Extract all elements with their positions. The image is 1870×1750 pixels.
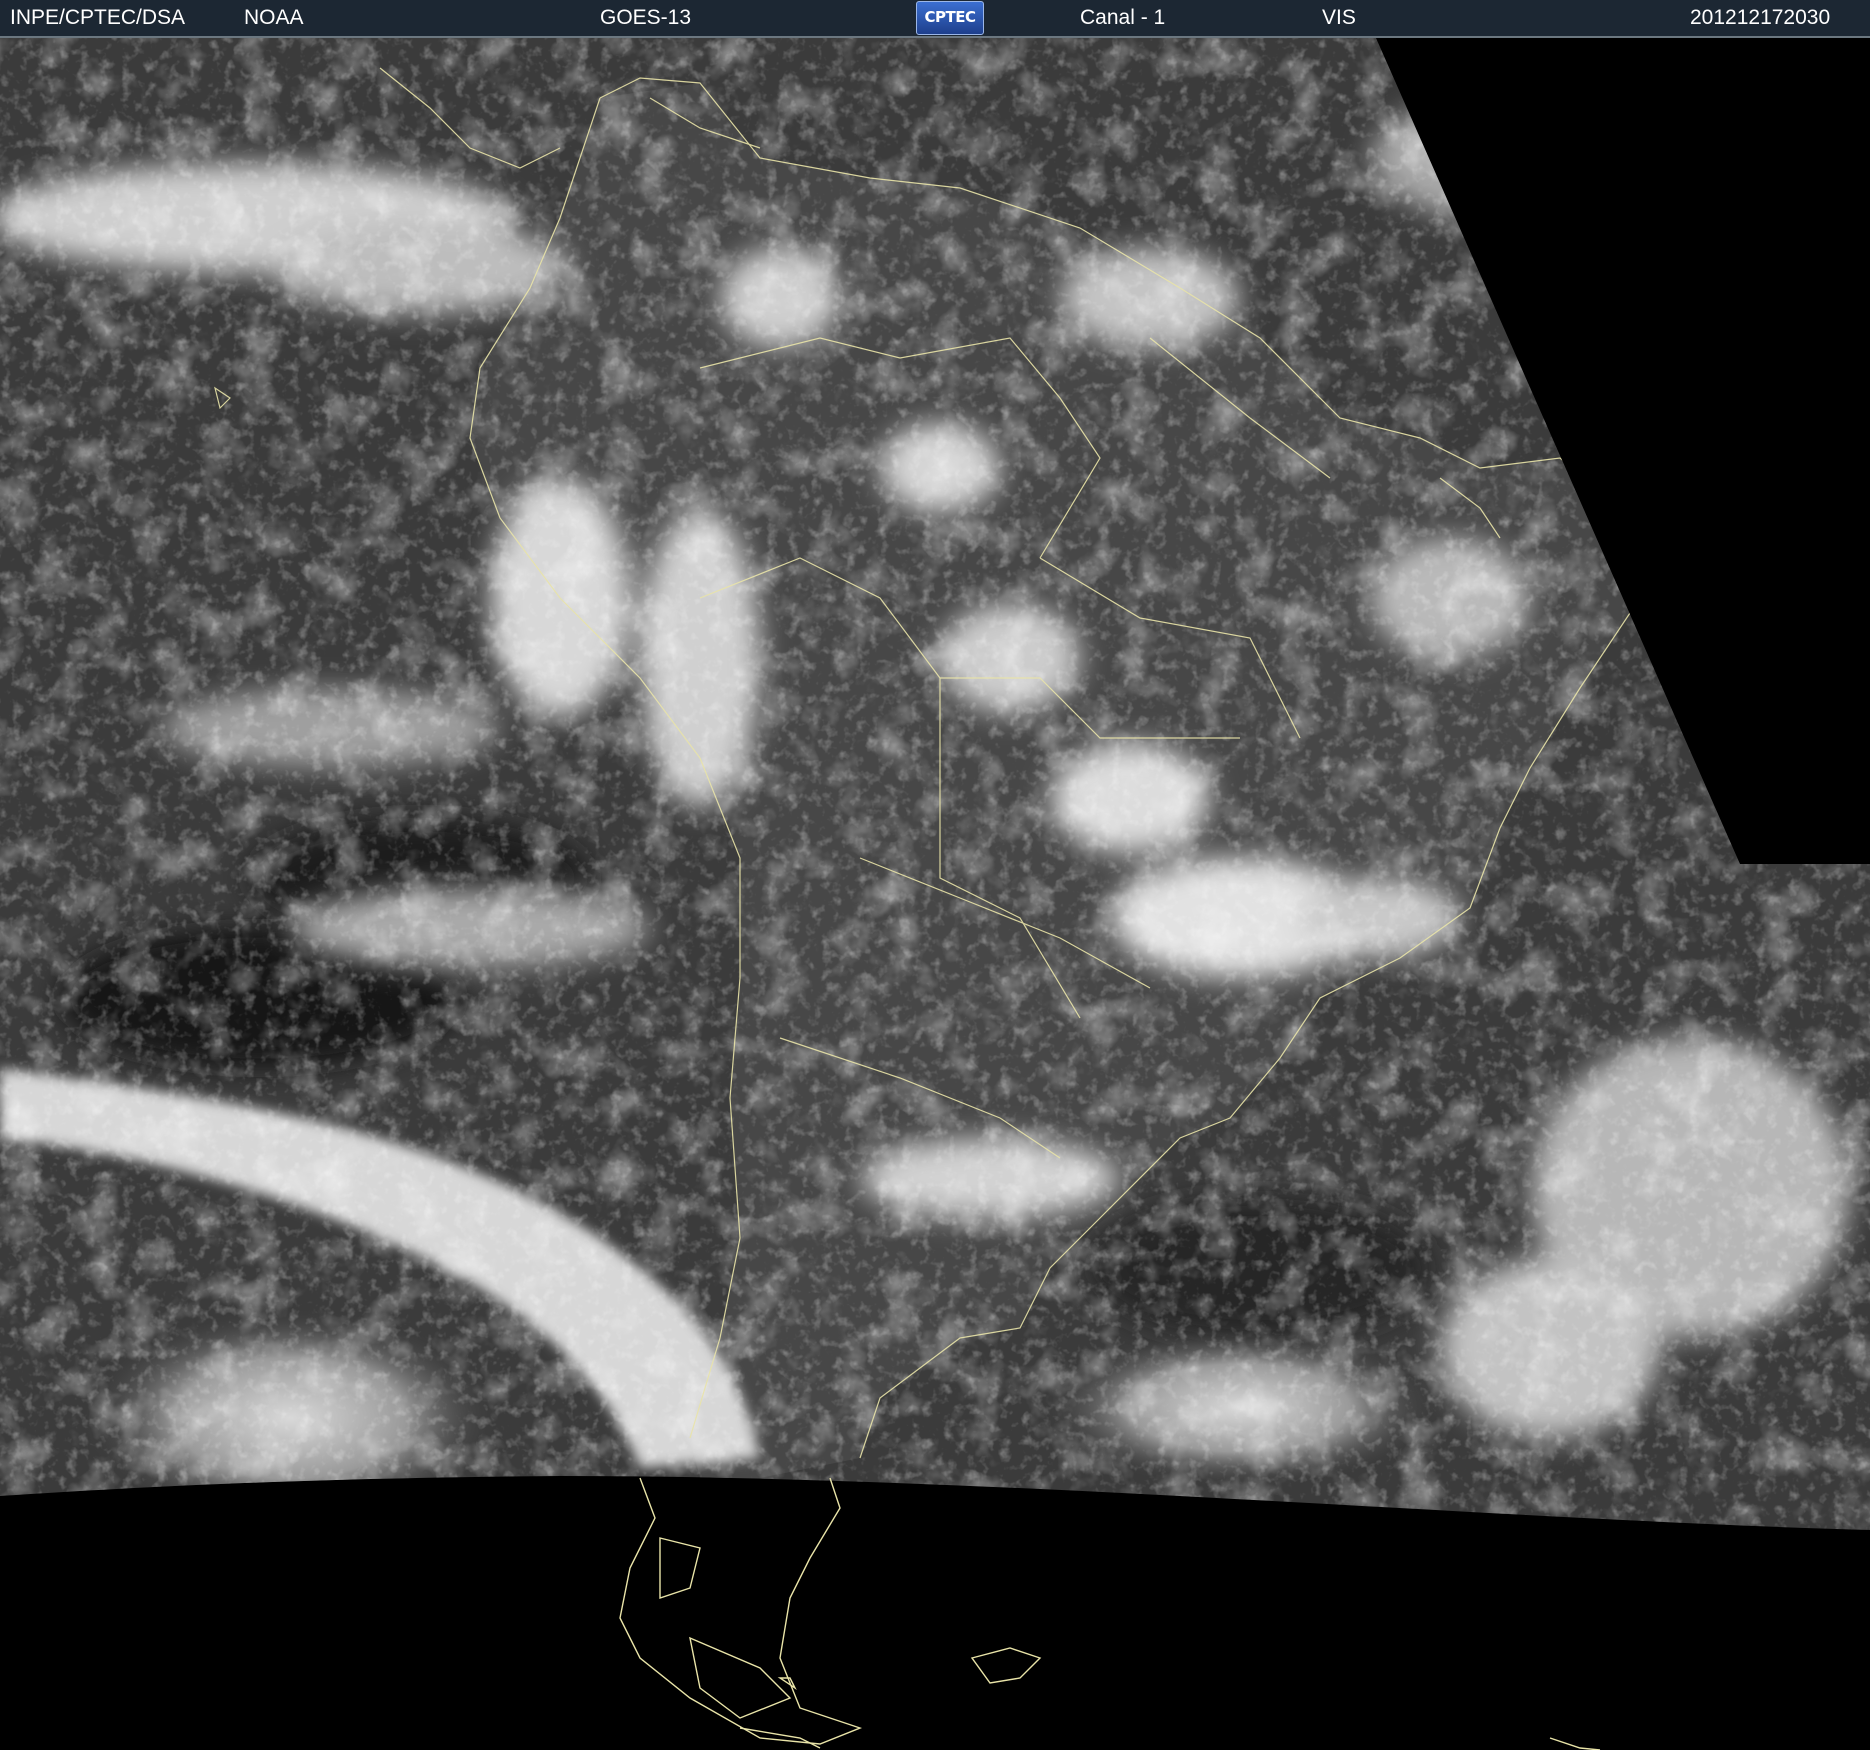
patagonia-coastline [619,1477,1601,1750]
cptec-logo: CPTEC [916,1,984,35]
channel-label: Canal - 1 [1080,6,1166,29]
agency-label: INPE/CPTEC/DSA [10,6,186,29]
satellite-label: GOES-13 [600,6,692,29]
satellite-image [0,38,1870,1750]
band-label: VIS [1322,6,1356,29]
partner-label: NOAA [244,6,304,29]
cloud-speckle [0,38,1870,1530]
earth-disk [0,38,1870,1530]
info-bar: INPE/CPTEC/DSA NOAA GOES-13 CPTEC Canal … [0,0,1870,38]
satellite-viewer: INPE/CPTEC/DSA NOAA GOES-13 CPTEC Canal … [0,0,1870,1750]
timestamp-label: 201212172030 [1690,6,1831,29]
